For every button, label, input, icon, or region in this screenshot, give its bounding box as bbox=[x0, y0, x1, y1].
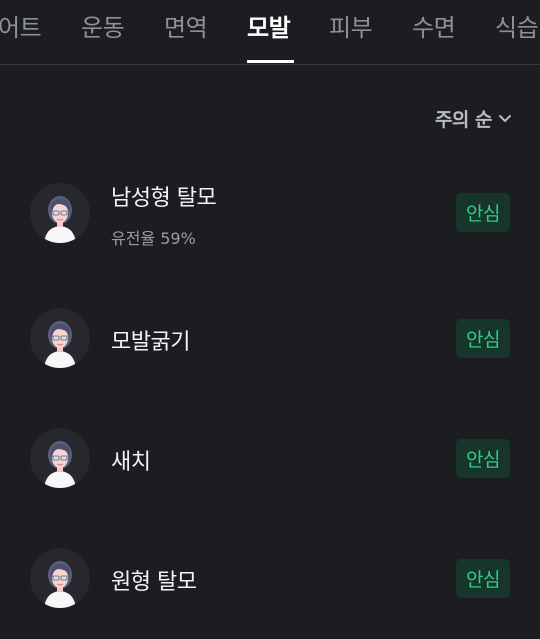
sort-label: 주의 순 bbox=[434, 109, 493, 131]
tab-immunity[interactable]: 면역 bbox=[164, 12, 208, 44]
sort-dropdown[interactable]: 주의 순 bbox=[435, 105, 512, 132]
trait-name: 원형 탈모 bbox=[111, 570, 197, 595]
category-tab-bar: 어트 운동 면역 모발 피부 수면 식습 bbox=[0, 0, 540, 65]
avatar-icon bbox=[30, 183, 90, 243]
avatar-icon bbox=[30, 548, 90, 608]
tab-skin[interactable]: 피부 bbox=[329, 12, 373, 44]
status-badge: 안심 bbox=[456, 439, 510, 478]
avatar-icon bbox=[30, 428, 90, 488]
tab-sleep[interactable]: 수면 bbox=[412, 12, 456, 44]
status-badge: 안심 bbox=[456, 559, 510, 598]
tab-hair[interactable]: 모발 bbox=[247, 12, 291, 44]
tab-0[interactable]: 어트 bbox=[0, 12, 42, 44]
tab-eating-habits[interactable]: 식습 bbox=[495, 12, 539, 44]
status-badge: 안심 bbox=[456, 319, 510, 358]
trait-name: 모발굵기 bbox=[111, 330, 190, 355]
status-badge: 안심 bbox=[456, 193, 510, 232]
heritability-text: 유전율 59% bbox=[111, 229, 196, 248]
avatar-icon bbox=[30, 308, 90, 368]
active-tab-indicator bbox=[247, 60, 294, 63]
trait-name: 남성형 탈모 bbox=[111, 186, 217, 211]
trait-name: 새치 bbox=[111, 450, 151, 475]
tab-exercise[interactable]: 운동 bbox=[81, 12, 125, 44]
chevron-down-icon bbox=[498, 114, 512, 124]
